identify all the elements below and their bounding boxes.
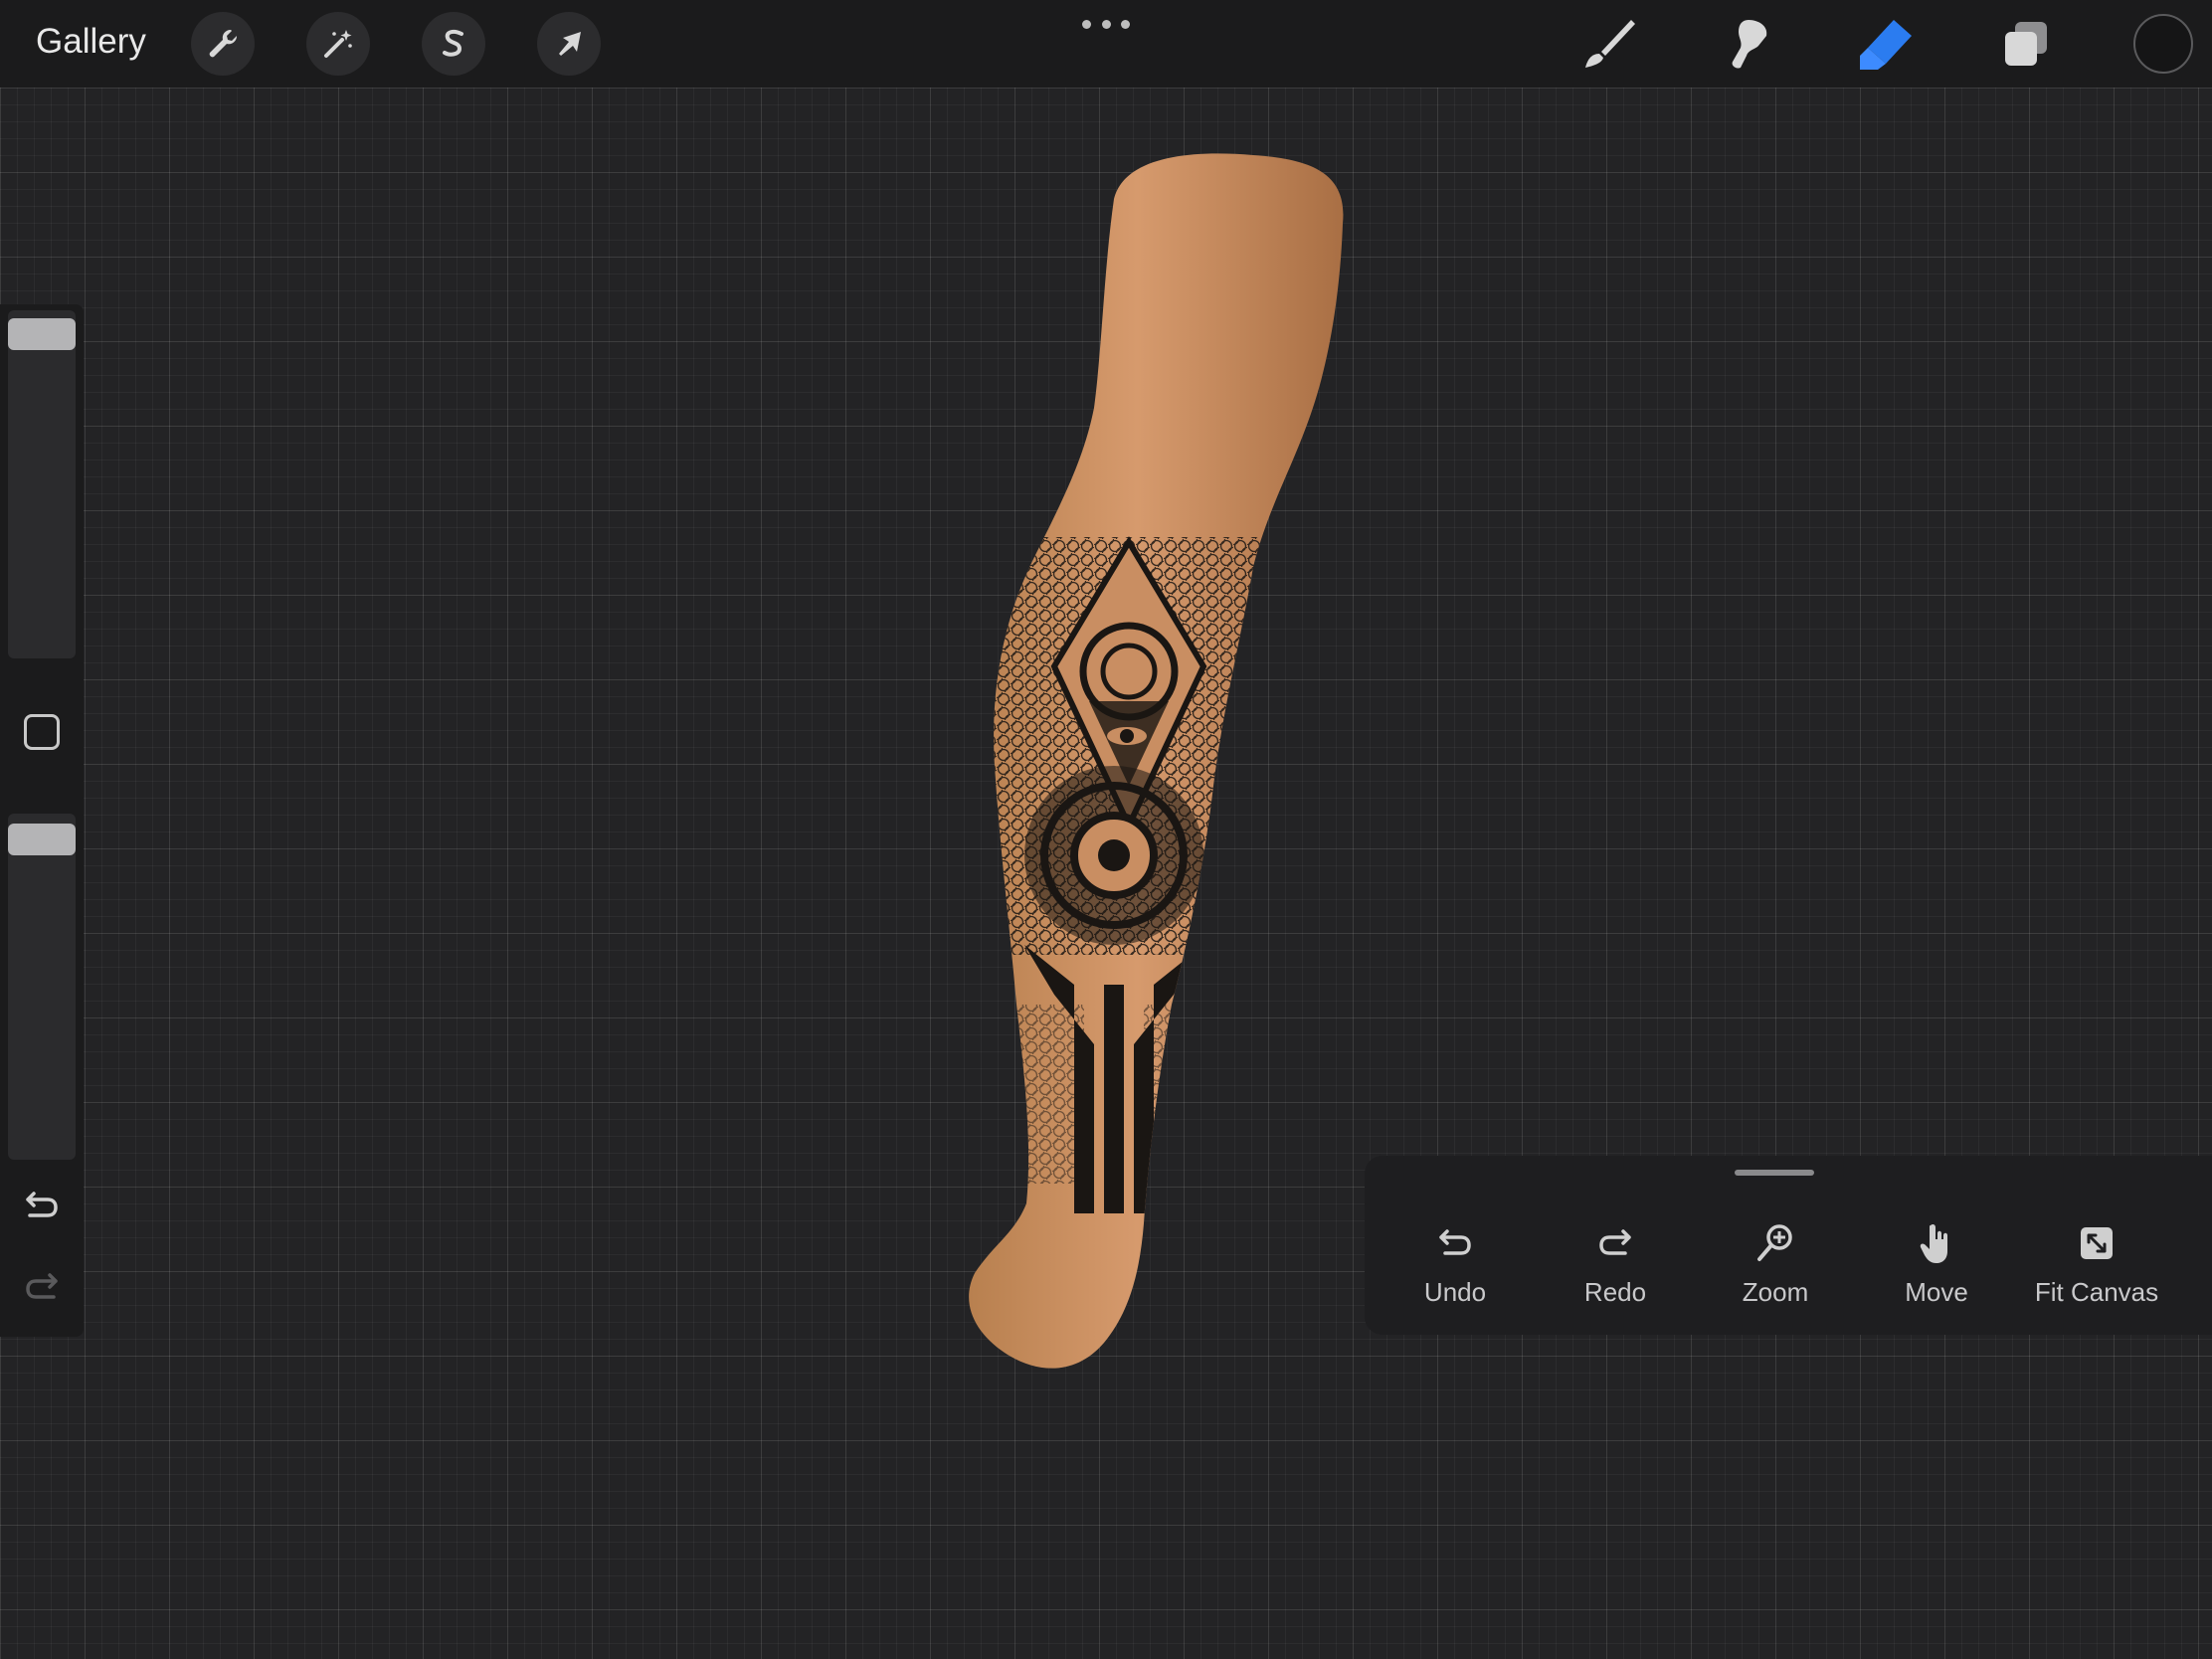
color-picker-swatch[interactable] bbox=[2133, 14, 2193, 74]
opacity-thumb[interactable] bbox=[8, 824, 76, 855]
quick-fit-canvas-button[interactable]: Fit Canvas bbox=[2022, 1219, 2171, 1319]
transform-button[interactable] bbox=[537, 12, 601, 76]
more-dots-icon[interactable] bbox=[1082, 20, 1130, 32]
left-sidebar bbox=[0, 304, 84, 1337]
eraser-tool[interactable] bbox=[1854, 14, 1918, 74]
eraser-icon bbox=[1860, 20, 1912, 70]
top-toolbar: Gallery bbox=[0, 0, 2212, 88]
quick-redo-button[interactable]: Redo bbox=[1541, 1219, 1690, 1319]
fit-canvas-icon bbox=[2073, 1219, 2120, 1267]
quick-move-button[interactable]: Move bbox=[1862, 1219, 2011, 1319]
selection-button[interactable] bbox=[422, 12, 485, 76]
layers-icon bbox=[2005, 22, 2047, 66]
square-modifier-icon[interactable] bbox=[24, 714, 60, 750]
hand-icon bbox=[1913, 1219, 1960, 1267]
procreate-app: Gallery Undo Redo Zoom Move Fit Canvas bbox=[0, 0, 2212, 1659]
magic-wand-icon bbox=[324, 30, 352, 58]
quick-undo-button[interactable]: Undo bbox=[1381, 1219, 1530, 1319]
quick-menu-handle[interactable] bbox=[1735, 1170, 1814, 1176]
brush-icon bbox=[1585, 20, 1635, 68]
arrow-cursor-icon bbox=[559, 32, 581, 56]
redo-icon bbox=[1591, 1219, 1639, 1267]
quick-move-label: Move bbox=[1905, 1277, 1968, 1307]
quick-fit-canvas-label: Fit Canvas bbox=[2034, 1277, 2159, 1307]
smudge-tool[interactable] bbox=[1715, 14, 1778, 74]
layers-tool[interactable] bbox=[1993, 14, 2057, 74]
adjustments-button[interactable] bbox=[306, 12, 370, 76]
zoom-icon bbox=[1751, 1219, 1799, 1267]
brush-tool[interactable] bbox=[1575, 14, 1639, 74]
selection-s-icon bbox=[443, 29, 463, 57]
actions-button[interactable] bbox=[191, 12, 255, 76]
quick-redo-label: Redo bbox=[1583, 1277, 1647, 1307]
brush-size-thumb[interactable] bbox=[8, 318, 76, 350]
leg-artwork bbox=[969, 153, 1344, 1369]
gallery-button[interactable]: Gallery bbox=[36, 22, 146, 62]
wrench-icon bbox=[209, 29, 238, 58]
quick-zoom-button[interactable]: Zoom bbox=[1701, 1219, 1850, 1319]
undo-icon[interactable] bbox=[22, 1184, 62, 1223]
quick-undo-label: Undo bbox=[1423, 1277, 1487, 1307]
brush-size-slider[interactable] bbox=[8, 310, 76, 658]
quick-menu: Undo Redo Zoom Move Fit Canvas bbox=[1365, 1156, 2212, 1335]
redo-icon[interactable] bbox=[22, 1265, 62, 1305]
opacity-slider[interactable] bbox=[8, 814, 76, 1160]
undo-icon bbox=[1431, 1219, 1479, 1267]
smudge-icon bbox=[1732, 20, 1767, 69]
quick-zoom-label: Zoom bbox=[1742, 1277, 1809, 1307]
